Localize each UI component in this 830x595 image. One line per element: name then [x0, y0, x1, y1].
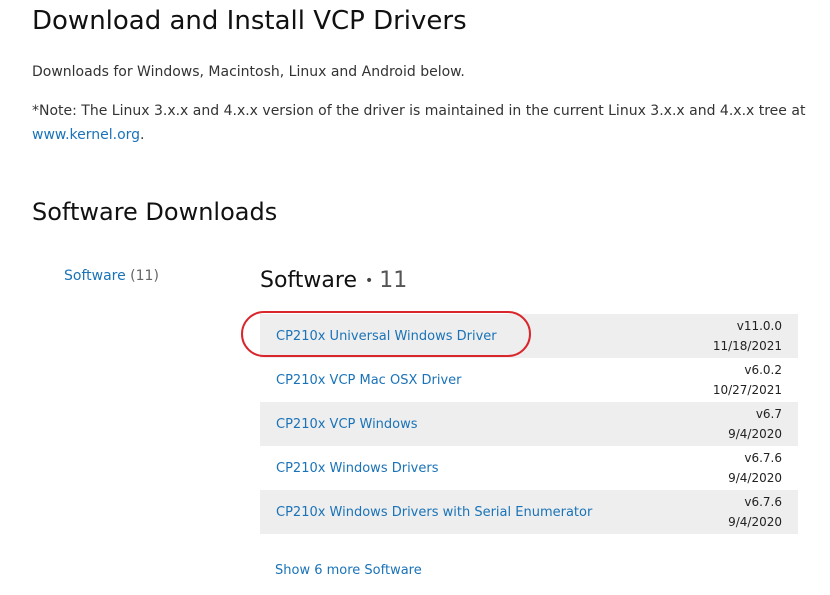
- note-text: *Note: The Linux 3.x.x and 4.x.x version…: [32, 103, 806, 119]
- list-header-count: 11: [379, 268, 408, 293]
- intro-text: Downloads for Windows, Macintosh, Linux …: [32, 64, 465, 80]
- software-downloads-heading: Software Downloads: [32, 198, 278, 226]
- list-item: CP210x Windows Drivers with Serial Enume…: [260, 490, 798, 534]
- item-date: 9/4/2020: [728, 427, 782, 441]
- item-version: v6.0.2: [744, 363, 782, 377]
- item-title-link[interactable]: CP210x Windows Drivers with Serial Enume…: [276, 505, 592, 520]
- item-meta: v6.7.6 9/4/2020: [728, 492, 782, 532]
- item-date: 9/4/2020: [728, 471, 782, 485]
- page-title: Download and Install VCP Drivers: [32, 6, 467, 36]
- item-version: v11.0.0: [736, 319, 782, 333]
- list-item: CP210x VCP Mac OSX Driver v6.0.2 10/27/2…: [260, 358, 798, 402]
- list-header-label: Software: [260, 268, 357, 293]
- filter-software[interactable]: Software (11): [64, 268, 159, 284]
- software-list-header: Software • 11: [260, 268, 407, 293]
- linux-note: *Note: The Linux 3.x.x and 4.x.x version…: [32, 99, 822, 147]
- item-meta: v6.7.6 9/4/2020: [728, 448, 782, 488]
- item-title-link[interactable]: CP210x Universal Windows Driver: [276, 329, 497, 344]
- item-date: 9/4/2020: [728, 515, 782, 529]
- item-date: 11/18/2021: [712, 339, 782, 353]
- item-date: 10/27/2021: [712, 383, 782, 397]
- kernel-org-link[interactable]: www.kernel.org: [32, 127, 140, 143]
- item-version: v6.7.6: [744, 495, 782, 509]
- item-meta: v6.7 9/4/2020: [728, 404, 782, 444]
- list-item: CP210x VCP Windows v6.7 9/4/2020: [260, 402, 798, 446]
- list-item: CP210x Windows Drivers v6.7.6 9/4/2020: [260, 446, 798, 490]
- filter-software-count: (11): [130, 268, 159, 284]
- item-meta: v11.0.0 11/18/2021: [713, 316, 782, 356]
- item-version: v6.7: [755, 407, 782, 421]
- list-item: CP210x Universal Windows Driver v11.0.0 …: [260, 314, 798, 358]
- software-list: CP210x Universal Windows Driver v11.0.0 …: [260, 314, 798, 534]
- list-header-separator: •: [364, 273, 374, 289]
- item-meta: v6.0.2 10/27/2021: [713, 360, 782, 400]
- item-version: v6.7.6: [744, 451, 782, 465]
- filter-software-label[interactable]: Software: [64, 268, 126, 284]
- item-title-link[interactable]: CP210x VCP Windows: [276, 417, 418, 432]
- note-end: .: [140, 127, 145, 143]
- item-title-link[interactable]: CP210x VCP Mac OSX Driver: [276, 373, 462, 388]
- show-more-link[interactable]: Show 6 more Software: [275, 563, 422, 578]
- item-title-link[interactable]: CP210x Windows Drivers: [276, 461, 439, 476]
